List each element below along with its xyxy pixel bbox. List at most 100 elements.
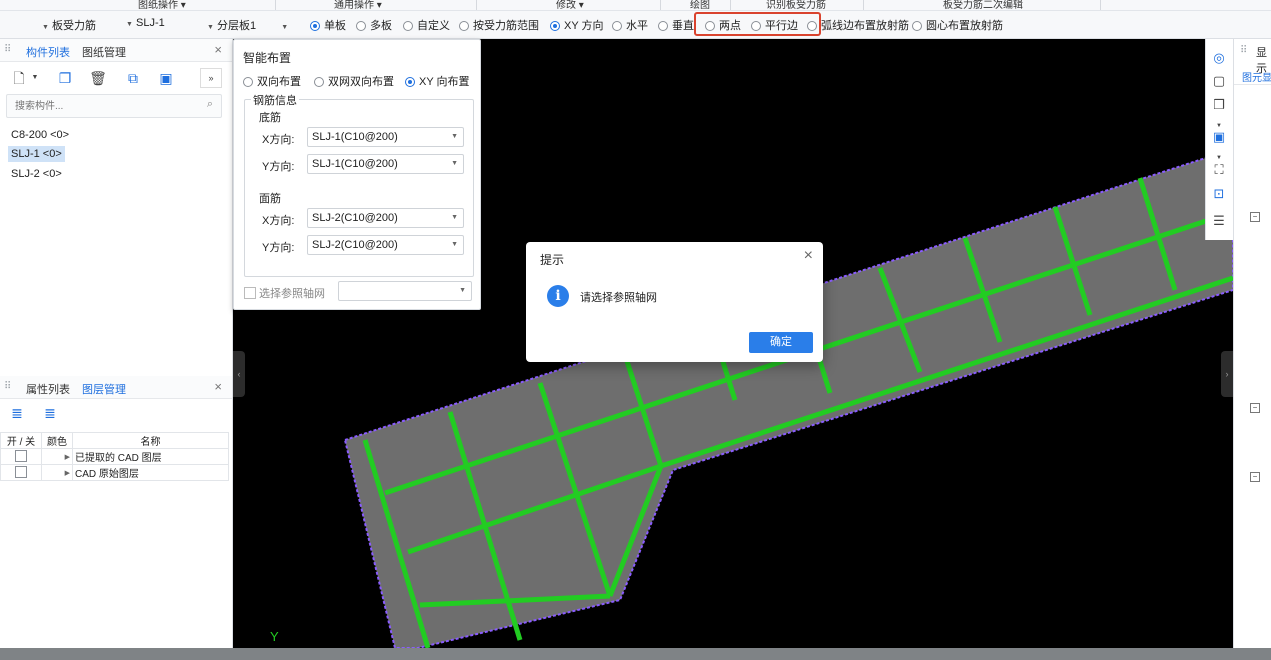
close-icon[interactable]: × — [804, 247, 813, 265]
dialog-message: 请选择参照轴网 — [580, 292, 657, 304]
table-row[interactable]: ▶ CAD 原始图层 — [0, 464, 229, 481]
tab-drawing-management[interactable]: 图纸管理 — [82, 44, 126, 60]
tab-component-list[interactable]: 构件列表 — [26, 44, 70, 60]
radio-vertical[interactable]: 垂直 — [658, 17, 694, 33]
radio-two-way[interactable]: 双向布置 — [243, 73, 301, 89]
tab-layer-management[interactable]: 图层管理 — [82, 381, 126, 397]
bottom-y-select[interactable]: SLJ-1(C10@200) ▼ — [307, 154, 464, 174]
group-label: 钢筋信息 — [251, 92, 299, 108]
y-direction-label: Y方向: — [262, 242, 295, 254]
close-icon[interactable]: × — [214, 379, 222, 394]
radio-custom[interactable]: 自定义 — [403, 17, 450, 33]
top-rebar-label: 面筋 — [259, 193, 281, 205]
radio-double-net[interactable]: 双网双向布置 — [314, 73, 394, 89]
table-row[interactable]: ▶ 已提取的 CAD 图层 — [0, 448, 229, 465]
delete-icon[interactable]: 🗑 — [87, 68, 109, 88]
ok-button[interactable]: 确定 — [749, 332, 813, 353]
list-item-selected[interactable]: SLJ-1 <0> — [8, 146, 65, 162]
bottom-x-select[interactable]: SLJ-1(C10@200) ▼ — [307, 127, 464, 147]
expand-icon[interactable]: ▶ — [41, 464, 73, 481]
radio-horizontal[interactable]: 水平 — [612, 17, 648, 33]
box-view-icon[interactable]: ❒ — [1210, 96, 1228, 114]
search-input[interactable] — [7, 95, 197, 117]
prompt-dialog: 提示 × i 请选择参照轴网 确定 — [526, 242, 823, 362]
axis-label: Y — [270, 629, 279, 644]
column-header: 颜色 — [41, 432, 73, 449]
options-toolbar: ▼ 板受力筋 ▼ SLJ-1 ▼ 分层板1 ▼ 单板 多板 自定义 按受力筋范围… — [0, 11, 1271, 39]
3d-view-icon[interactable]: ▢ — [1210, 72, 1228, 90]
duplicate-icon[interactable]: ⧉ — [122, 68, 144, 88]
left-panel: ⠿ 构件列表 图纸管理 × 🗋 ▼ ❐ 🗑 ⧉ ▣ » ⌕ C8-200 <0>… — [0, 39, 233, 648]
drag-grip-icon[interactable]: ⠿ — [4, 381, 11, 392]
collapse-left-handle[interactable]: ‹ — [233, 351, 245, 397]
list-item[interactable]: SLJ-2 <0> — [8, 166, 65, 182]
drag-grip-icon[interactable]: ⠿ — [4, 44, 11, 55]
layer-hide-icon[interactable]: ≣ — [39, 403, 61, 423]
chevron-down-icon[interactable]: ▼ — [1210, 149, 1228, 161]
radio-by-rebar-range[interactable]: 按受力筋范围 — [459, 17, 539, 33]
layer-show-icon[interactable]: ≣ — [6, 403, 28, 423]
search-icon[interactable]: ⌕ — [207, 98, 213, 111]
more-icon[interactable]: » — [200, 68, 222, 88]
layer-panel-tabs: ⠿ 属性列表 图层管理 × — [0, 376, 232, 399]
close-icon[interactable]: × — [214, 42, 222, 57]
display-panel: ⠿ 显示 图元显 − − − — [1233, 39, 1271, 648]
info-icon: i — [547, 285, 569, 307]
ref-axis-checkbox[interactable]: 选择参照轴网 — [244, 285, 325, 301]
x-direction-label: X方向: — [262, 134, 295, 146]
ribbon-group-drawing-ops[interactable]: 图纸操作 ▾ — [138, 0, 186, 11]
drag-grip-icon[interactable]: ⠿ — [1240, 45, 1247, 56]
top-y-select[interactable]: SLJ-2(C10@200) ▼ — [307, 235, 464, 255]
name-select[interactable]: ▼ SLJ-1 — [126, 17, 165, 29]
layer-toggle-checkbox[interactable] — [15, 450, 27, 462]
layer-copy-icon[interactable]: ▣ — [155, 68, 177, 88]
chevron-down-icon[interactable]: ▼ — [30, 68, 40, 88]
select-icon[interactable]: ⊡ — [1210, 185, 1228, 203]
radio-single-slab[interactable]: 单板 — [310, 17, 346, 33]
name-select-value: SLJ-1 — [136, 17, 165, 29]
floor-select-value: 分层板1 — [217, 20, 257, 32]
panel-title: 智能布置 — [243, 51, 292, 65]
list-item[interactable]: C8-200 <0> — [8, 127, 72, 143]
ribbon-group-draw[interactable]: 绘图 — [690, 0, 710, 11]
collapse-toggle-icon[interactable]: − — [1250, 472, 1260, 482]
ribbon-group-common-ops[interactable]: 通用操作 ▾ — [334, 0, 382, 11]
radio-arc-radial[interactable]: 弧线边布置放射筋 — [807, 17, 909, 33]
copy-icon[interactable]: ❐ — [54, 68, 76, 88]
component-panel-tabs: ⠿ 构件列表 图纸管理 × — [0, 39, 232, 62]
ref-axis-select[interactable]: ▼ — [338, 281, 472, 301]
highlight-annotation-box — [694, 12, 821, 36]
rebar-info-group: 钢筋信息 底筋 X方向: SLJ-1(C10@200) ▼ Y方向: SLJ-1(… — [244, 92, 474, 277]
collapse-toggle-icon[interactable]: − — [1250, 403, 1260, 413]
type-select-value: 板受力筋 — [52, 20, 96, 32]
top-x-select[interactable]: SLJ-2(C10@200) ▼ — [307, 208, 464, 228]
rotate-view-icon[interactable]: ◎ — [1210, 49, 1228, 67]
layer-name: CAD 原始图层 — [72, 464, 229, 481]
radio-xy-direction[interactable]: XY 方向 — [550, 17, 604, 33]
chevron-down-icon[interactable]: ▼ — [1210, 117, 1228, 129]
ribbon-group-secondary-edit[interactable]: 板受力筋二次编辑 — [943, 0, 1023, 11]
new-component-icon[interactable]: 🗋 — [8, 68, 30, 88]
radio-xy-layout[interactable]: XY 向布置 — [405, 73, 470, 89]
component-search[interactable]: ⌕ — [6, 94, 222, 118]
ribbon-group-bar: 图纸操作 ▾ 通用操作 ▾ 修改 ▾ 绘图 识别板受力筋 板受力筋二次编辑 — [0, 0, 1271, 11]
radio-multi-slab[interactable]: 多板 — [356, 17, 392, 33]
tab-property-list[interactable]: 属性列表 — [26, 381, 70, 397]
ribbon-group-identify[interactable]: 识别板受力筋 — [766, 0, 826, 11]
tab-element-display[interactable]: 图元显 — [1242, 69, 1271, 84]
column-header: 名称 — [72, 432, 229, 449]
solid-view-icon[interactable]: ▣ — [1210, 128, 1228, 146]
properties-icon[interactable]: ☰ — [1210, 212, 1228, 230]
layer-toggle-checkbox[interactable] — [15, 466, 27, 478]
radio-center-radial[interactable]: 圆心布置放射筋 — [912, 17, 1003, 33]
collapse-right-handle[interactable]: › — [1221, 351, 1233, 397]
layer-table: 开 / 关 颜色 名称 ▶ 已提取的 CAD 图层 ▶ CAD 原始图层 — [0, 432, 229, 481]
floor-select[interactable]: ▼ 分层板1 ▼ — [207, 17, 288, 33]
collapse-toggle-icon[interactable]: − — [1250, 212, 1260, 222]
y-direction-label: Y方向: — [262, 161, 295, 173]
type-select[interactable]: ▼ 板受力筋 — [42, 17, 96, 33]
ribbon-group-modify[interactable]: 修改 ▾ — [556, 0, 584, 11]
expand-icon[interactable]: ▶ — [41, 448, 73, 465]
layer-name: 已提取的 CAD 图层 — [72, 448, 229, 465]
zoom-extent-icon[interactable]: ⛶ — [1210, 161, 1228, 179]
